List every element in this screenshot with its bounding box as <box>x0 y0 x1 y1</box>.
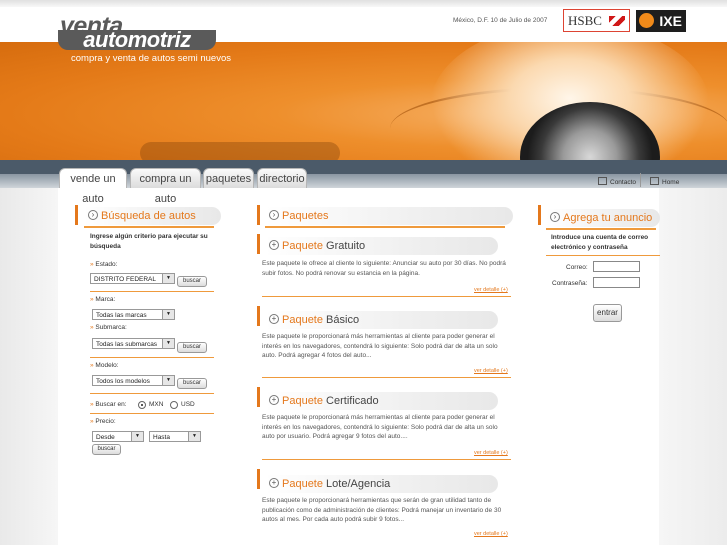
paquete-certificado-header: + Paquete Certificado <box>265 392 498 410</box>
hsbc-logo-text: HSBC <box>568 13 602 28</box>
precio-hasta-select[interactable]: Hasta ▼ <box>149 431 201 442</box>
modelo-select[interactable]: Todos los modelos ▼ <box>92 375 175 386</box>
plus-icon: + <box>269 395 279 405</box>
logo-automotriz[interactable]: automotriz <box>58 29 216 51</box>
tagline: compra y venta de autos semi nuevos <box>71 53 232 64</box>
accent-bar <box>257 387 260 407</box>
chevron-down-icon: ▼ <box>162 274 174 283</box>
modelo-buscar-button[interactable]: buscar <box>177 378 207 389</box>
usd-label: USD <box>181 401 195 408</box>
paquetes-header: › Paquetes <box>265 207 513 225</box>
home-icon <box>650 177 659 185</box>
header-underline <box>546 228 656 230</box>
mxn-label: MXN <box>149 401 164 408</box>
mxn-radio[interactable] <box>138 401 146 409</box>
chevron-down-icon: ▼ <box>162 339 174 348</box>
paquete-gratuito-header: + Paquete Gratuito <box>265 237 498 255</box>
estado-label: » Estado: <box>90 261 118 268</box>
chevron-down-icon: ▼ <box>188 432 200 441</box>
divider <box>90 291 214 292</box>
top-stripe <box>0 0 727 7</box>
paquetes-title: Paquetes <box>282 210 329 222</box>
entrar-button[interactable]: entrar <box>593 304 622 322</box>
search-header: › Búsqueda de autos <box>84 207 221 225</box>
plus-icon: + <box>269 314 279 324</box>
tab-compra-un-auto[interactable]: compra un auto <box>130 168 201 205</box>
ixe-disc-icon <box>639 13 654 28</box>
search-intro: Ingrese algún criterio para ejecutar su … <box>90 233 208 250</box>
divider <box>90 393 214 394</box>
divider <box>546 255 660 256</box>
divider <box>90 357 214 358</box>
tab-directorio[interactable]: directorio <box>257 168 307 188</box>
submarca-buscar-button[interactable]: buscar <box>177 342 207 353</box>
plus-icon: + <box>269 478 279 488</box>
divider <box>262 296 511 297</box>
precio-buscar-button[interactable]: buscar <box>92 444 121 455</box>
correo-input[interactable] <box>593 261 640 272</box>
paquete-gratuito-text: Este paquete le ofrece al cliente lo sig… <box>262 260 506 277</box>
paquete-lote-detail-link[interactable]: ver detalle (+) <box>474 531 508 537</box>
buscar-en-label: » Buscar en: <box>90 401 127 408</box>
tab-paquetes[interactable]: paquetes <box>203 168 254 188</box>
accent-bar <box>257 469 260 489</box>
accent-bar <box>75 205 78 225</box>
plus-icon: + <box>269 240 279 250</box>
header-underline <box>265 226 505 228</box>
contact-icon <box>598 177 607 185</box>
tab-vende-un-auto[interactable]: vende un auto <box>59 168 127 205</box>
usd-radio[interactable] <box>170 401 178 409</box>
home-link[interactable]: Home <box>650 177 679 186</box>
anuncio-title: Agrega tu anuncio <box>563 212 653 224</box>
precio-label: » Precio: <box>90 418 116 425</box>
estado-select[interactable]: DISTRITO FEDERAL ▼ <box>90 273 175 284</box>
paquete-basico-header: + Paquete Básico <box>265 311 498 329</box>
chevron-down-icon: ▼ <box>162 310 174 319</box>
contrasena-input[interactable] <box>593 277 640 288</box>
header-underline <box>84 226 214 228</box>
chevron-down-icon: ▼ <box>162 376 174 385</box>
arrow-right-icon: › <box>269 210 279 220</box>
paquete-lote-header: + Paquete Lote/Agencia <box>265 475 498 493</box>
divider <box>262 377 511 378</box>
accent-bar <box>257 306 260 326</box>
paquete-basico-detail-link[interactable]: ver detalle (+) <box>474 368 508 374</box>
home-label: Home <box>662 179 680 186</box>
contrasena-label: Contraseña: <box>552 280 588 287</box>
submarca-select[interactable]: Todas las submarcas ▼ <box>92 338 175 349</box>
chevron-down-icon: ▼ <box>131 432 143 441</box>
paquete-certificado-detail-link[interactable]: ver detalle (+) <box>474 450 508 456</box>
accent-bar <box>538 205 541 225</box>
marca-label: » Marca: <box>90 296 116 303</box>
hexagon-icon <box>609 16 625 26</box>
car-vent <box>140 142 340 162</box>
arrow-right-icon: › <box>550 212 560 222</box>
precio-desde-select[interactable]: Desde ▼ <box>92 431 144 442</box>
divider <box>640 173 641 187</box>
arrow-right-icon: › <box>88 210 98 220</box>
anuncio-header: › Agrega tu anuncio <box>546 209 660 227</box>
anuncio-intro: Introduce una cuenta de correo electróni… <box>551 234 649 251</box>
paquete-certificado-text: Este paquete le proporcionará más herram… <box>262 414 498 440</box>
paquete-gratuito-detail-link[interactable]: ver detalle (+) <box>474 287 508 293</box>
estado-buscar-button[interactable]: buscar <box>177 276 207 287</box>
submarca-label: » Submarca: <box>90 324 127 331</box>
contacto-label: Contacto <box>610 179 637 186</box>
divider <box>262 459 511 460</box>
correo-label: Correo: <box>566 264 588 271</box>
divider <box>90 413 214 414</box>
date-text: México, D.F. 10 de Julio de 2007 <box>453 17 548 24</box>
accent-bar <box>257 234 260 254</box>
ixe-logo-text: IXE <box>659 13 682 29</box>
paquete-lote-text: Este paquete le proporcionará herramient… <box>262 497 502 523</box>
search-title: Búsqueda de autos <box>101 210 196 222</box>
modelo-label: » Modelo: <box>90 362 119 369</box>
marca-select[interactable]: Todas las marcas ▼ <box>92 309 175 320</box>
paquete-basico-text: Este paquete le proporcionará más herram… <box>262 333 498 359</box>
contacto-link[interactable]: Contacto <box>598 177 636 186</box>
ixe-logo[interactable]: IXE <box>636 10 686 32</box>
hsbc-logo[interactable]: HSBC <box>563 9 630 32</box>
accent-bar <box>257 205 260 225</box>
